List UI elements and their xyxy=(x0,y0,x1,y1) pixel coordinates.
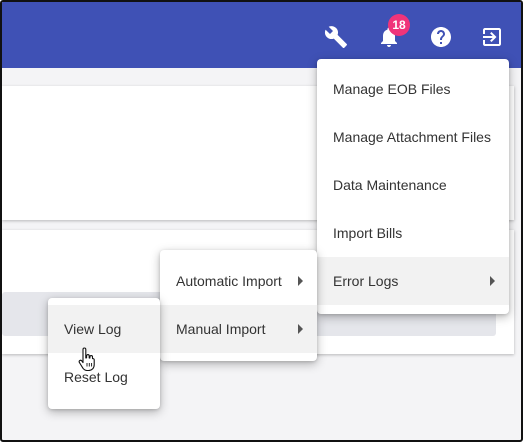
logout-icon[interactable] xyxy=(479,24,505,50)
menu-item-manual-import[interactable]: Manual Import xyxy=(160,305,317,353)
menu-item-label: Manage EOB Files xyxy=(333,81,451,97)
menu-item-view-log[interactable]: View Log xyxy=(48,305,160,353)
notification-badge: 18 xyxy=(388,14,410,36)
help-icon[interactable] xyxy=(428,24,454,50)
menu-item-import-bills[interactable]: Import Bills xyxy=(317,209,509,257)
error-logs-submenu: Automatic Import Manual Import xyxy=(160,250,317,361)
menu-item-label: Automatic Import xyxy=(176,273,282,289)
menu-item-error-logs[interactable]: Error Logs xyxy=(317,257,509,305)
menu-item-label: Import Bills xyxy=(333,225,403,241)
menu-item-label: Manage Attachment Files xyxy=(333,129,491,145)
menu-item-manage-eob-files[interactable]: Manage EOB Files xyxy=(317,65,509,113)
wrench-icon[interactable] xyxy=(323,24,349,50)
caret-right-icon xyxy=(490,276,495,286)
menu-item-reset-log[interactable]: Reset Log xyxy=(48,353,160,401)
caret-right-icon xyxy=(298,324,303,334)
menu-item-data-maintenance[interactable]: Data Maintenance xyxy=(317,161,509,209)
menu-item-label: Data Maintenance xyxy=(333,177,447,193)
menu-item-label: View Log xyxy=(64,321,122,337)
manual-import-submenu: View Log Reset Log xyxy=(48,298,160,409)
menu-item-label: Error Logs xyxy=(333,273,399,289)
menu-item-label: Reset Log xyxy=(64,369,128,385)
settings-menu: Manage EOB Files Manage Attachment Files… xyxy=(317,59,509,314)
menu-item-manage-attachment-files[interactable]: Manage Attachment Files xyxy=(317,113,509,161)
caret-right-icon xyxy=(298,276,303,286)
menu-item-label: Manual Import xyxy=(176,321,266,337)
app-window: 18 Manage EOB Files Manage Attachment Fi… xyxy=(0,0,523,442)
bell-icon[interactable]: 18 xyxy=(376,14,410,50)
menu-item-automatic-import[interactable]: Automatic Import xyxy=(160,257,317,305)
